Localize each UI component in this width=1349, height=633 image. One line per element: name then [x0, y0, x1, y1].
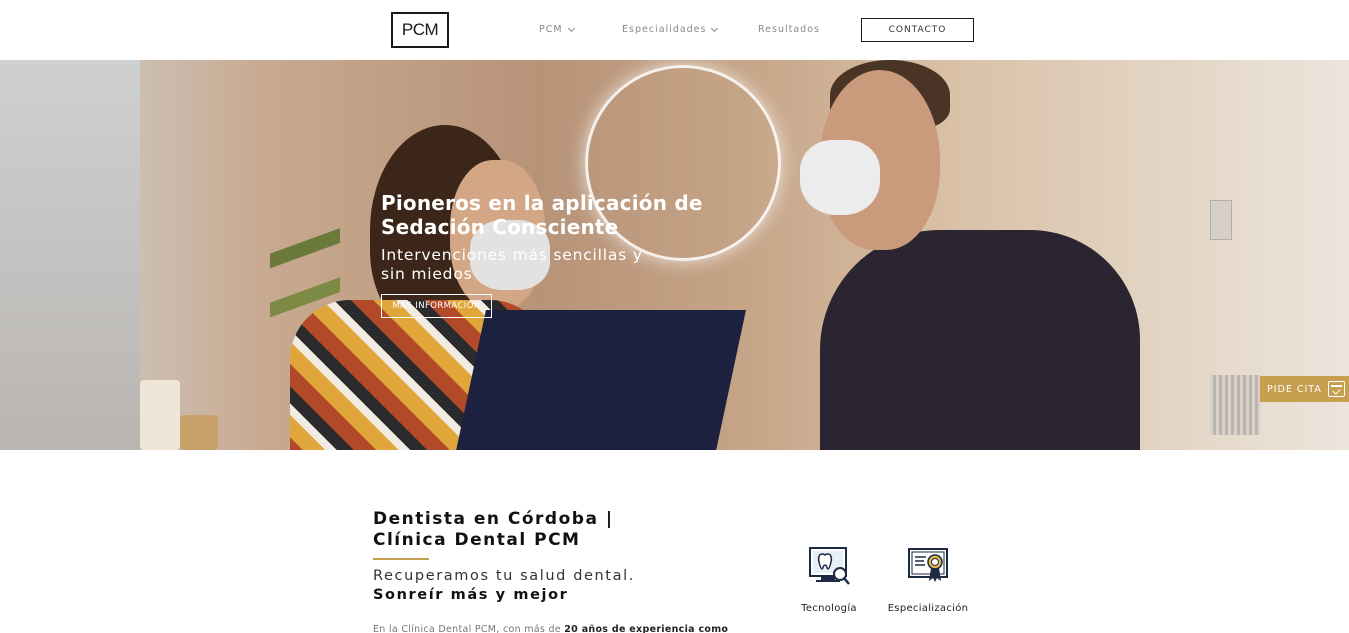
certificate-icon — [906, 545, 950, 589]
divider — [373, 558, 429, 560]
section-title-line: Dentista en Córdoba | — [373, 509, 614, 529]
hero-subtitle-line: sin miedos — [381, 265, 473, 283]
calendar-check-icon — [1327, 381, 1345, 397]
hero-image-vent — [1210, 375, 1260, 435]
tagline: Recuperamos tu salud dental. — [373, 568, 635, 584]
hero-image-mask — [800, 140, 880, 215]
feature-label: Tecnología — [801, 603, 857, 614]
hero-image-folder — [454, 310, 746, 450]
chevron-down-icon — [567, 24, 575, 32]
hero-title: Pioneros en la aplicación de Sedación Co… — [381, 191, 721, 239]
hero-subtitle: Intervenciones más sencillas y sin miedo… — [381, 246, 661, 284]
hero-image-wall — [0, 60, 140, 450]
nav-item-pcm[interactable]: PCM — [539, 24, 575, 35]
intro-text-bold: 20 años de experiencia como — [564, 624, 729, 633]
chevron-down-icon — [711, 24, 719, 32]
section-title-line: Clínica Dental PCM — [373, 530, 581, 550]
intro-text-prefix: En la Clínica Dental PCM, con más de — [373, 624, 565, 633]
nav-item-label: Especialidades — [622, 24, 707, 35]
nav-item-especialidades[interactable]: Especialidades — [622, 24, 719, 35]
hero-image-switch — [1210, 200, 1232, 240]
hero-subtitle-line: Intervenciones más sencillas y — [381, 246, 643, 264]
feature-especializacion: Especialización — [883, 545, 973, 614]
hero-image-candle — [140, 380, 180, 450]
hero-image-candle — [180, 415, 218, 450]
feature-tecnologia: Tecnología — [784, 545, 874, 614]
nav-item-label: PCM — [539, 24, 563, 35]
contact-button[interactable]: CONTACTO — [861, 18, 974, 42]
logo[interactable]: PCM — [391, 12, 449, 48]
pide-cita-button[interactable]: PIDE CITA — [1260, 376, 1349, 402]
dental-technology-icon — [807, 545, 851, 589]
hero-title-line: Sedación Consciente — [381, 215, 619, 239]
feature-label: Especialización — [887, 603, 969, 614]
intro-text: En la Clínica Dental PCM, con más de 20 … — [373, 624, 753, 633]
hero-image-dentist — [820, 230, 1140, 450]
more-info-button[interactable]: MAS INFORMACIÓN — [381, 294, 492, 318]
nav-item-resultados[interactable]: Resultados — [758, 24, 820, 35]
tagline-strong: Sonreír más y mejor — [373, 587, 569, 603]
hero-banner: Pioneros en la aplicación de Sedación Co… — [0, 60, 1349, 450]
nav-item-label: Resultados — [758, 24, 820, 35]
pide-cita-label: PIDE CITA — [1267, 383, 1322, 395]
hero-title-line: Pioneros en la aplicación de — [381, 191, 703, 215]
site-header: PCM PCM Especialidades Resultados CONTAC… — [0, 0, 1349, 60]
section-title: Dentista en Córdoba | Clínica Dental PCM — [373, 509, 673, 551]
